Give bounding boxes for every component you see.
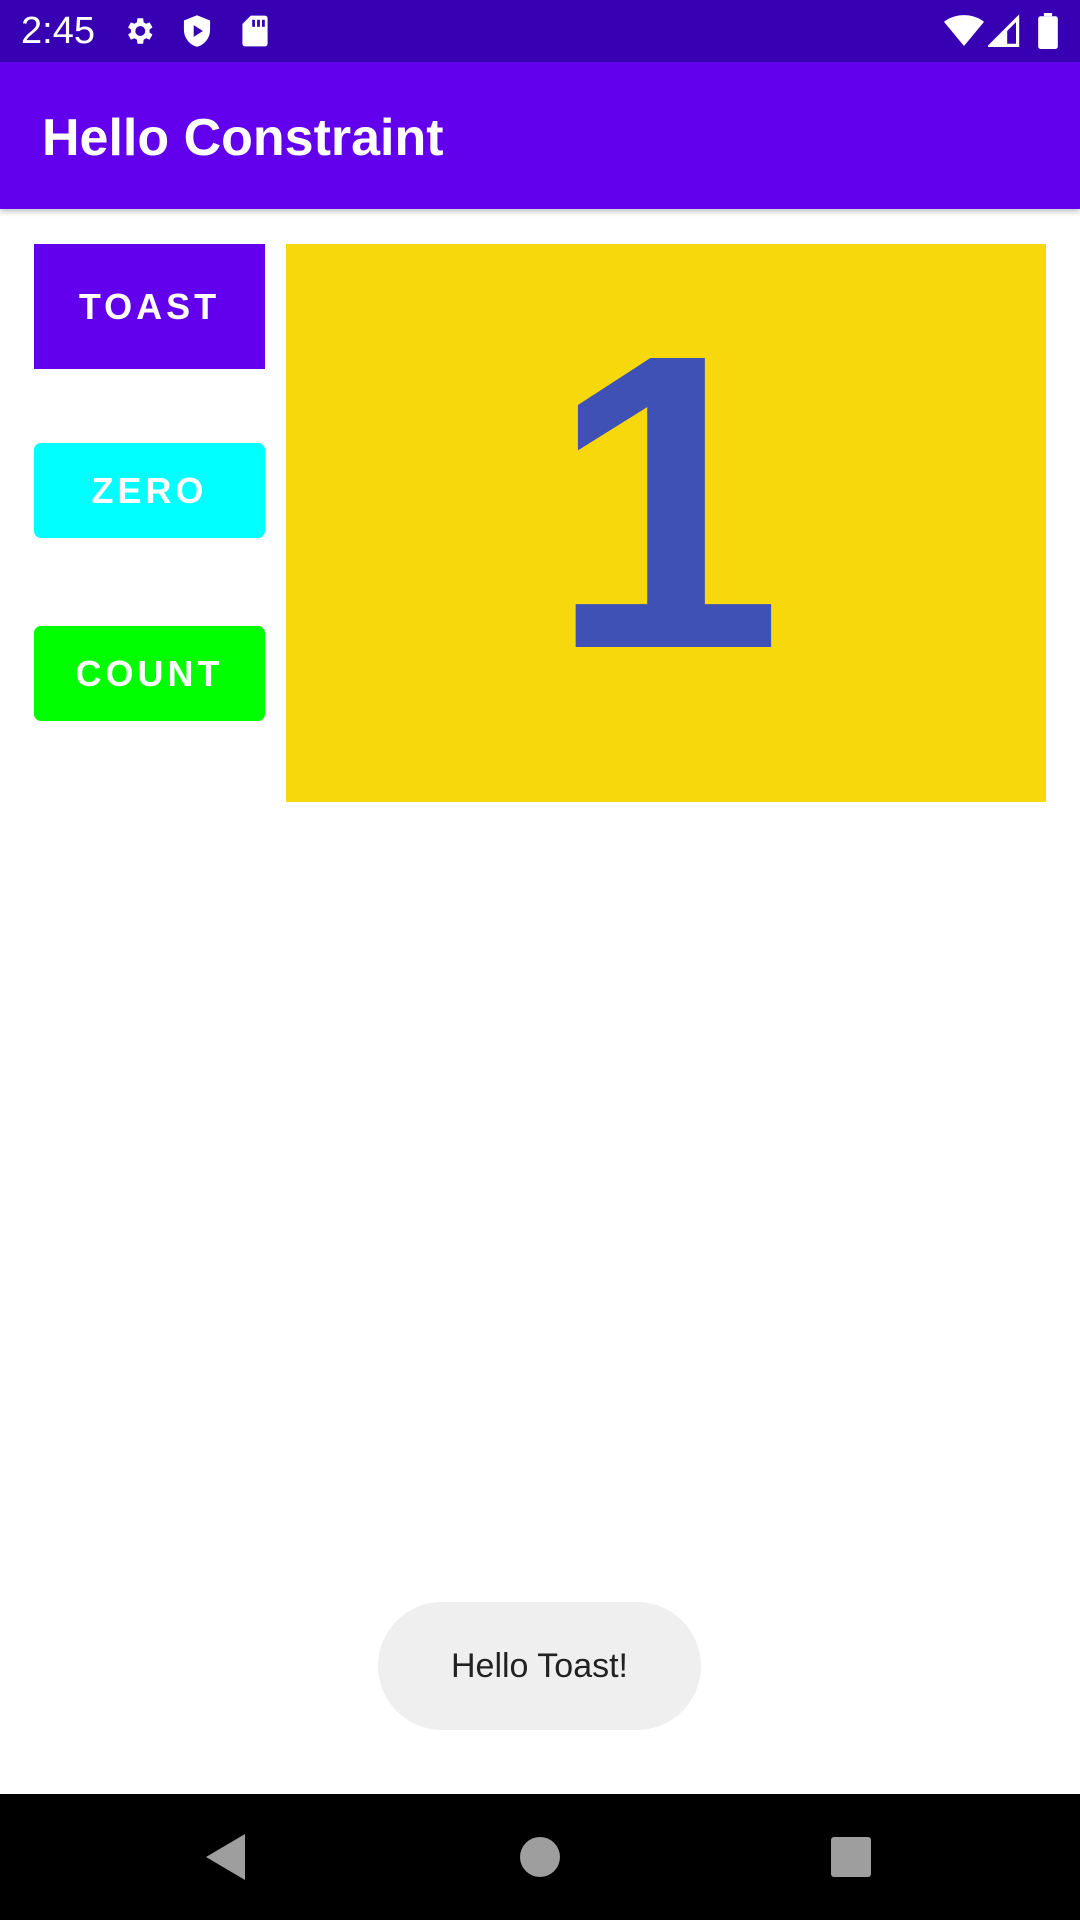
battery-icon <box>1038 13 1058 49</box>
cellular-signal-icon <box>988 14 1020 48</box>
zero-button[interactable]: ZERO <box>34 443 265 538</box>
toast-message: Hello Toast! <box>378 1602 701 1730</box>
count-display: 1 <box>286 244 1046 802</box>
toast-button[interactable]: TOAST <box>34 244 265 369</box>
app-title: Hello Constraint <box>42 109 444 167</box>
navigation-bar <box>0 1794 1080 1920</box>
count-button[interactable]: COUNT <box>34 626 265 721</box>
app-screen: 2:45 Hello Constraint TOAST ZERO COUNT 1… <box>0 0 1080 1920</box>
status-bar: 2:45 <box>0 0 1080 62</box>
back-icon[interactable] <box>193 1824 259 1890</box>
shield-play-icon <box>181 14 213 48</box>
home-icon[interactable] <box>507 1824 573 1890</box>
gear-icon <box>122 14 156 48</box>
recents-icon[interactable] <box>818 1824 884 1890</box>
app-bar: Hello Constraint <box>0 62 1080 209</box>
status-time: 2:45 <box>21 10 95 52</box>
wifi-icon <box>944 14 984 48</box>
count-value: 1 <box>549 268 783 737</box>
sd-card-icon <box>241 14 269 48</box>
